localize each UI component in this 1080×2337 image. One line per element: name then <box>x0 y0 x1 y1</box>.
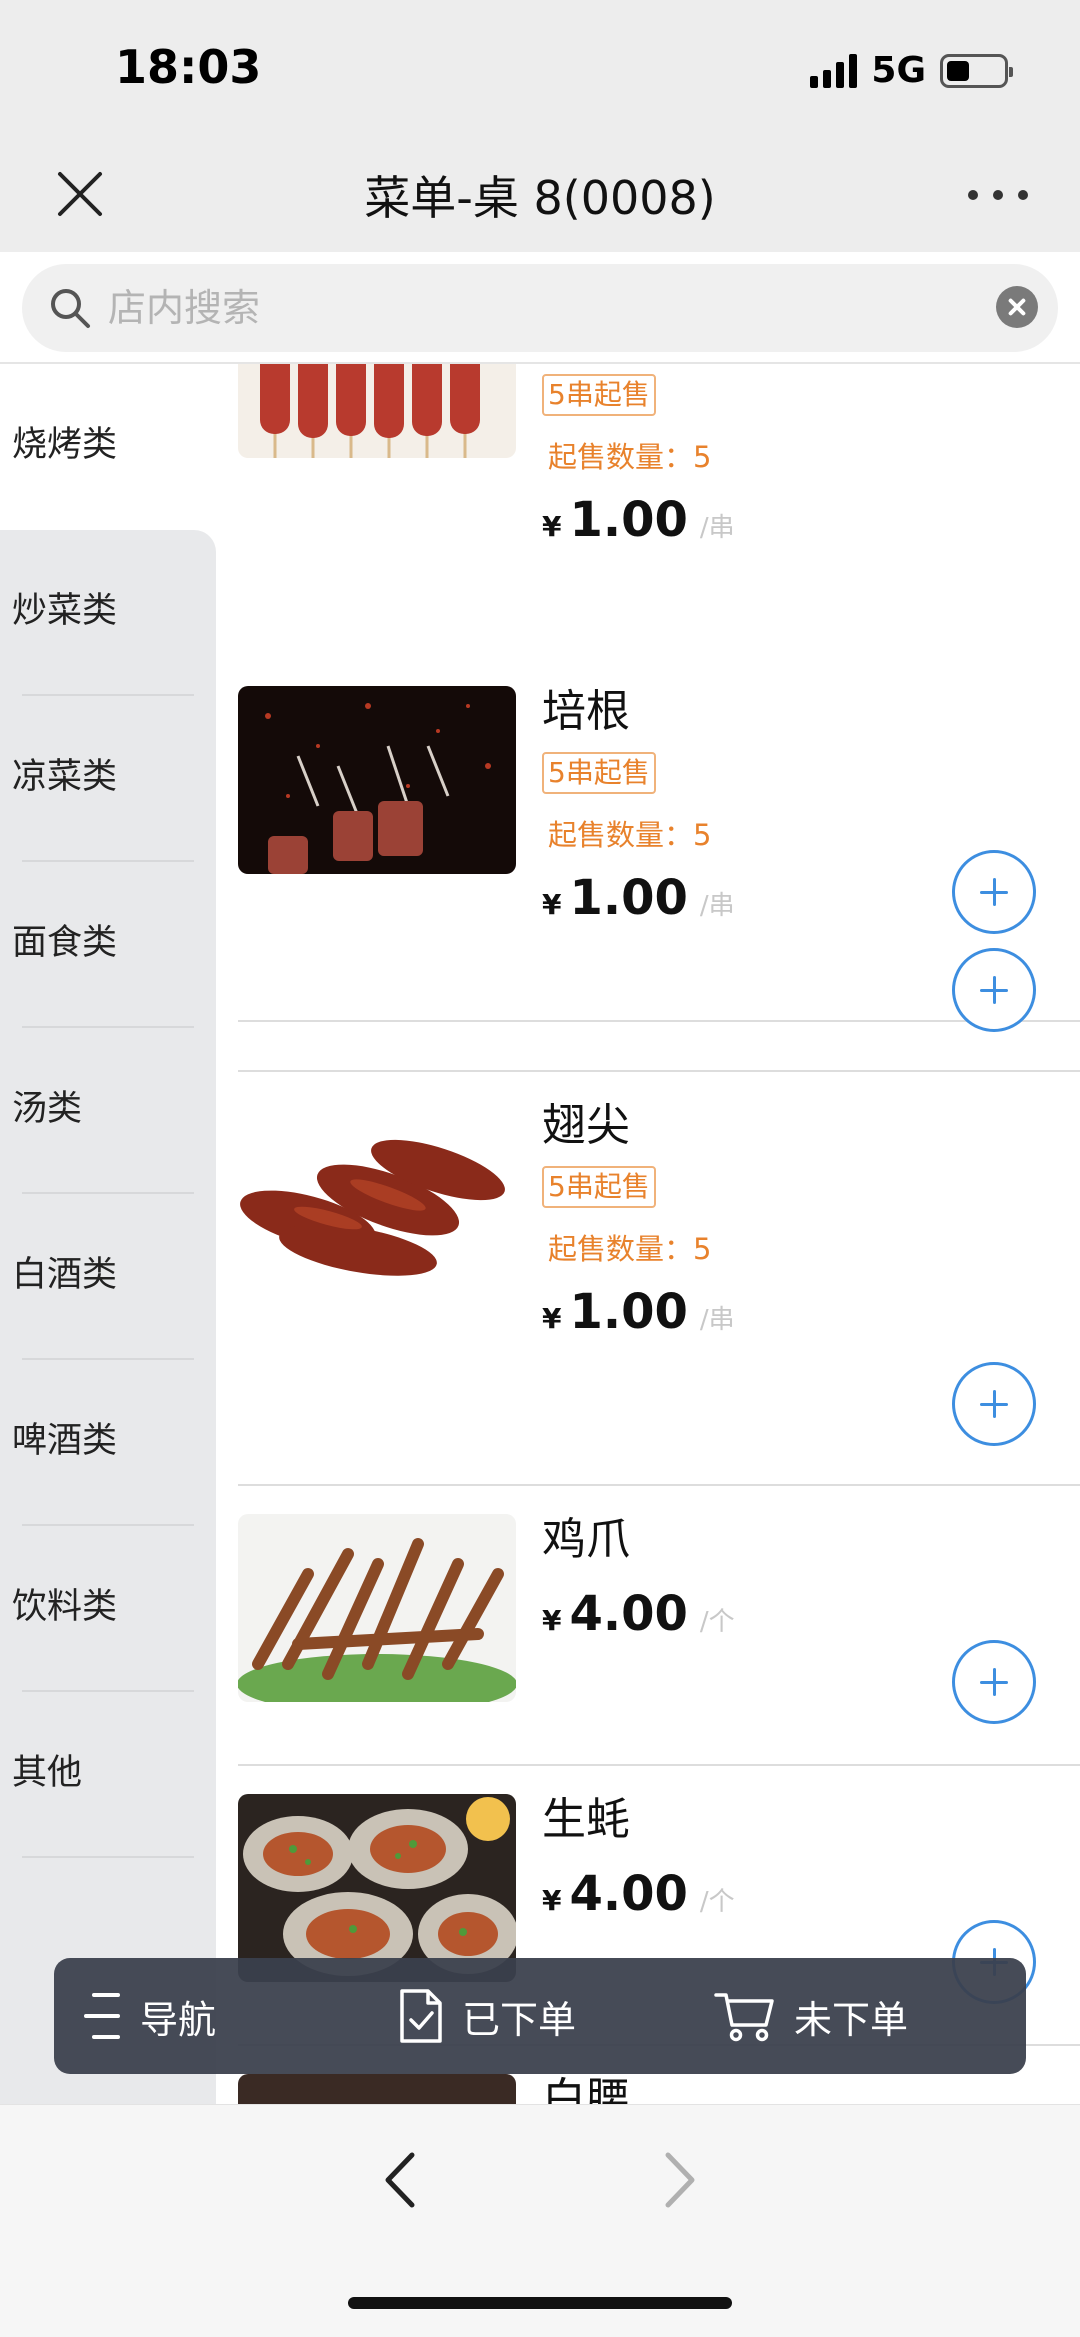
clear-icon[interactable] <box>996 286 1038 328</box>
status-bar: 18:03 5G <box>0 0 1080 140</box>
product-info: 培根 5串起售 起售数量：5 ¥ 1.00 /串 <box>542 682 735 926</box>
home-indicator <box>348 2297 732 2309</box>
min-sale-tag: 5串起售 <box>542 374 656 416</box>
category-label: 啤酒类 <box>12 1421 118 1461</box>
price: 4.00 <box>569 1866 688 1922</box>
product-info: 鸡爪 ¥ 4.00 /个 <box>542 1510 735 1642</box>
product-info: 生蚝 ¥ 4.00 /个 <box>542 1790 735 1922</box>
category-item-stirfry[interactable]: 炒菜类 <box>0 530 216 696</box>
search-bar <box>0 252 1080 364</box>
currency-symbol: ¥ <box>542 888 562 921</box>
price: 1.00 <box>569 1284 688 1340</box>
category-label: 烧烤类 <box>12 425 118 465</box>
product-item: 翅尖 5串起售 起售数量：5 ¥ 1.00 /串 <box>238 1072 1080 1486</box>
category-item-liquor[interactable]: 白酒类 <box>0 1194 216 1360</box>
category-label: 饮料类 <box>12 1587 118 1627</box>
price-row: ¥ 1.00 /串 <box>542 870 735 926</box>
price: 1.00 <box>569 870 688 926</box>
menu-content: 烧烤类 炒菜类 凉菜类 面食类 汤类 白酒类 啤酒类 饮料类 其他 5串起售 起… <box>0 364 1080 2104</box>
ordered-button[interactable]: 已下单 <box>398 1958 576 2074</box>
currency-symbol: ¥ <box>542 1884 562 1917</box>
category-item-bbq[interactable]: 烧烤类 <box>0 364 216 530</box>
unit: /串 <box>699 891 735 921</box>
min-sale-tag: 5串起售 <box>542 752 656 794</box>
product-name: 翅尖 <box>542 1100 630 1151</box>
product-image-oysters[interactable] <box>238 1794 516 1982</box>
unit: /个 <box>699 1887 735 1917</box>
product-image-wing-tips[interactable] <box>238 1100 516 1288</box>
battery-icon <box>940 53 1013 88</box>
bottom-action-bar: 导航 已下单 未下单 <box>54 1958 1026 2074</box>
min-sale-tag: 5串起售 <box>542 1166 656 1208</box>
category-item-beer[interactable]: 啤酒类 <box>0 1360 216 1526</box>
product-image-sausage[interactable] <box>238 364 516 458</box>
signal-icon <box>810 53 858 88</box>
price-row: ¥ 1.00 /串 <box>542 1284 735 1340</box>
price-row: ¥ 4.00 /个 <box>542 1866 735 1922</box>
category-item-soup[interactable]: 汤类 <box>0 1028 216 1194</box>
price: 1.00 <box>569 492 688 548</box>
product-name: 培根 <box>542 686 630 737</box>
category-sidebar: 烧烤类 炒菜类 凉菜类 面食类 汤类 白酒类 啤酒类 饮料类 其他 <box>0 364 216 2104</box>
unordered-label: 未下单 <box>794 1997 909 2042</box>
back-arrow-icon[interactable] <box>370 2145 430 2215</box>
menu-icon <box>84 1993 120 2039</box>
product-name: 鸡爪 <box>542 1514 630 1565</box>
navigation-label: 导航 <box>140 1997 217 2042</box>
page-title: 菜单-桌 8(0008) <box>364 171 716 225</box>
unit: /串 <box>699 1305 735 1335</box>
product-name: 生蚝 <box>542 1794 630 1845</box>
min-quantity: 起售数量：5 <box>548 818 712 852</box>
category-label: 面食类 <box>12 923 118 963</box>
price-row: ¥ 1.00 /串 <box>542 492 735 548</box>
min-quantity: 起售数量：5 <box>548 440 712 474</box>
product-item: 培根 5串起售 起售数量：5 ¥ 1.00 /串 <box>238 658 1080 1072</box>
category-label: 汤类 <box>12 1089 83 1129</box>
nav-bar: 菜单-桌 8(0008) <box>0 140 1080 252</box>
currency-symbol: ¥ <box>542 510 562 543</box>
document-check-icon <box>400 1989 442 2043</box>
product-image-bacon[interactable] <box>238 686 516 874</box>
category-item-cold-dishes[interactable]: 凉菜类 <box>0 696 216 862</box>
category-label: 凉菜类 <box>12 757 118 797</box>
category-item-noodles[interactable]: 面食类 <box>0 862 216 1028</box>
product-name: 白腰 <box>542 2074 630 2104</box>
unit: /个 <box>699 1607 735 1637</box>
category-label: 其他 <box>12 1753 83 1793</box>
product-item: 鸡爪 ¥ 4.00 /个 <box>238 1486 1080 1766</box>
category-label: 白酒类 <box>12 1255 118 1295</box>
currency-symbol: ¥ <box>542 1302 562 1335</box>
price-row: ¥ 4.00 /个 <box>542 1586 735 1642</box>
ordered-label: 已下单 <box>462 1997 577 2042</box>
status-indicators: 5G <box>810 50 1013 91</box>
product-info: 翅尖 5串起售 起售数量：5 ¥ 1.00 /串 <box>542 1096 735 1340</box>
status-time: 18:03 <box>115 40 262 94</box>
add-button[interactable] <box>952 1362 1036 1446</box>
currency-symbol: ¥ <box>542 1604 562 1637</box>
cart-icon <box>714 1993 774 2042</box>
product-info: 白腰 <box>542 2070 630 2104</box>
category-item-drinks[interactable]: 饮料类 <box>0 1526 216 1692</box>
add-button[interactable] <box>952 1640 1036 1724</box>
product-info: 5串起售 起售数量：5 ¥ 1.00 /串 <box>542 364 735 548</box>
forward-arrow-icon[interactable] <box>650 2145 710 2215</box>
more-icon[interactable] <box>968 180 1028 210</box>
price: 4.00 <box>569 1586 688 1642</box>
navigation-button[interactable]: 导航 <box>82 1958 216 2074</box>
add-button[interactable] <box>952 948 1036 1032</box>
search-box <box>22 264 1058 352</box>
network-type: 5G <box>871 50 926 91</box>
search-icon <box>51 289 90 328</box>
category-item-other[interactable]: 其他 <box>0 1692 216 1858</box>
product-image-kidney[interactable] <box>238 2074 516 2104</box>
product-image-chicken-feet[interactable] <box>238 1514 516 1702</box>
unit: /串 <box>699 513 735 543</box>
min-quantity: 起售数量：5 <box>548 1232 712 1266</box>
search-input[interactable] <box>108 272 968 344</box>
category-label: 炒菜类 <box>12 591 118 631</box>
product-list: 5串起售 起售数量：5 ¥ 1.00 /串 培根 5串起售 起售数量：5 ¥ 1… <box>238 364 1080 2104</box>
unordered-button[interactable]: 未下单 <box>714 1958 908 2074</box>
